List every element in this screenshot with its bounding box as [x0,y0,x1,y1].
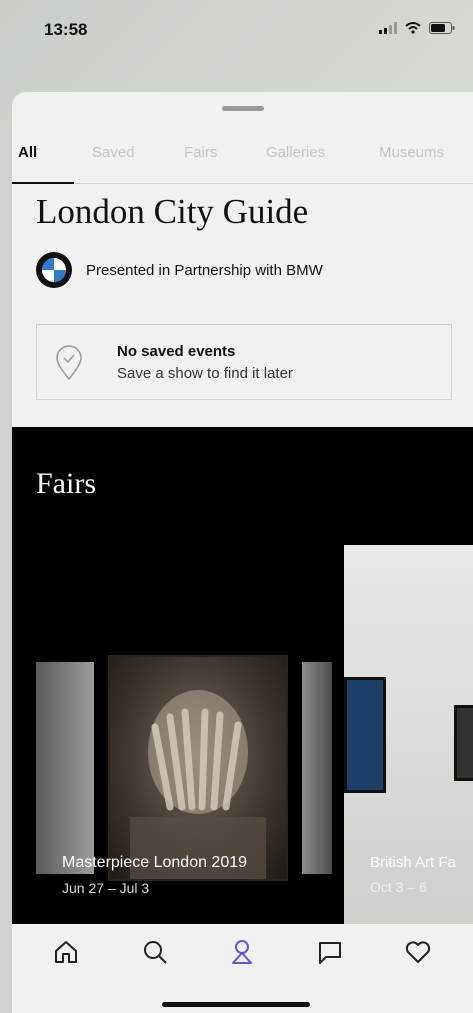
city-guide-sheet: All Saved Fairs Galleries Museums London… [12,92,473,1013]
saved-events-subtitle: Save a show to find it later [117,365,293,382]
saved-events-title: No saved events [117,343,236,360]
saved-icon[interactable] [404,938,432,966]
artwork-image [302,662,332,874]
artwork-image [36,662,94,874]
status-bar: 13:58 [0,0,473,60]
fair-title: Masterpiece London 2019 [62,854,248,871]
wifi-icon [405,22,421,34]
fair-title: British Art Fa [370,854,456,871]
status-icons [379,22,455,34]
tab-fairs[interactable]: Fairs [184,144,217,161]
active-tab-indicator [12,182,74,184]
status-time: 13:58 [44,20,88,39]
tab-all[interactable]: All [18,144,37,161]
map-pin-check-icon [56,345,82,381]
search-icon[interactable] [141,938,169,966]
tab-bar: All Saved Fairs Galleries Museums [12,144,473,180]
bottom-nav [12,924,473,1013]
saved-events-empty-state: No saved events Save a show to find it l… [36,324,452,400]
sheet-grabber[interactable] [222,106,264,111]
tab-museums[interactable]: Museums [379,144,444,161]
city-guide-icon[interactable] [228,938,256,966]
bmw-logo-icon [36,252,72,288]
messages-icon[interactable] [316,938,344,966]
artwork-image [110,657,286,879]
tab-galleries[interactable]: Galleries [266,144,325,161]
home-icon[interactable] [52,938,80,966]
hands-over-face-artwork [130,690,266,879]
signal-icon [379,22,397,34]
artwork-image [454,705,473,781]
fair-date: Oct 3 – 6 [370,879,427,895]
fairs-section-title: Fairs [36,467,96,500]
page-title: London City Guide [36,192,309,231]
fair-card[interactable]: Masterpiece London 2019 Jun 27 – Jul 3 [12,547,344,924]
tab-divider [12,183,473,184]
partner-row: Presented in Partnership with BMW [36,252,323,288]
artwork-image [344,677,386,793]
partner-text: Presented in Partnership with BMW [86,261,323,279]
battery-icon [429,22,455,34]
fair-card[interactable]: British Art Fa Oct 3 – 6 [344,545,473,924]
fair-date: Jun 27 – Jul 3 [62,880,150,896]
tab-saved[interactable]: Saved [92,144,135,161]
home-indicator[interactable] [162,1002,310,1007]
fairs-section: Fairs Masterpiece London 2019 Jun 27 – J… [12,427,473,924]
